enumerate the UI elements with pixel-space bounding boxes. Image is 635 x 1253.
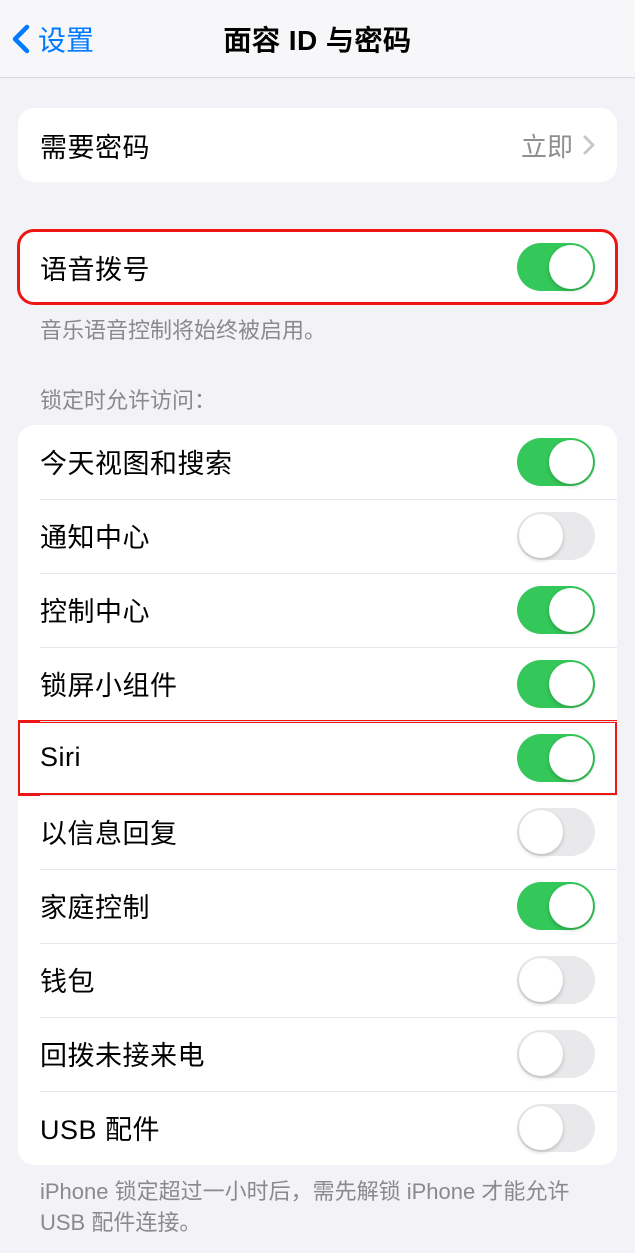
locked-access-item-label: 锁屏小组件 [40, 664, 178, 703]
locked-access-row: 以信息回复 [18, 795, 617, 869]
voice-dial-group: 语音拨号 [18, 230, 617, 304]
require-passcode-row[interactable]: 需要密码 立即 [18, 108, 617, 182]
locked-access-item-label: 通知中心 [40, 516, 150, 555]
page-title: 面容 ID 与密码 [223, 19, 411, 59]
locked-access-row: 控制中心 [18, 573, 617, 647]
locked-access-row: USB 配件 [18, 1091, 617, 1165]
require-passcode-group: 需要密码 立即 [18, 108, 617, 182]
locked-access-toggle[interactable] [517, 660, 595, 708]
locked-access-toggle[interactable] [517, 1030, 595, 1078]
locked-access-row: Siri [18, 721, 617, 795]
voice-dial-row: 语音拨号 [18, 230, 617, 304]
voice-dial-footer: 音乐语音控制将始终被启用。 [18, 304, 617, 347]
locked-access-group: 今天视图和搜索通知中心控制中心锁屏小组件 Siri 以信息回复家庭控制钱包回拨未接来… [18, 425, 617, 1165]
locked-access-toggle[interactable] [517, 512, 595, 560]
chevron-right-icon [583, 135, 595, 155]
locked-access-toggle[interactable] [517, 1104, 595, 1152]
locked-access-row: 家庭控制 [18, 869, 617, 943]
locked-access-item-label: 以信息回复 [40, 812, 178, 851]
locked-access-item-label: Siri [40, 742, 81, 773]
back-button[interactable]: 设置 [12, 19, 94, 59]
navigation-bar: 设置 面容 ID 与密码 [0, 0, 635, 78]
chevron-left-icon [12, 24, 30, 54]
locked-access-toggle[interactable] [517, 808, 595, 856]
voice-dial-toggle[interactable] [517, 243, 595, 291]
locked-access-row: 锁屏小组件 [18, 647, 617, 721]
require-passcode-label: 需要密码 [40, 126, 150, 165]
locked-access-item-label: 钱包 [40, 960, 95, 999]
locked-access-row: 回拨未接来电 [18, 1017, 617, 1091]
locked-access-footer: iPhone 锁定超过一小时后，需先解锁 iPhone 才能允许USB 配件连接… [18, 1165, 617, 1239]
locked-access-toggle[interactable] [517, 956, 595, 1004]
back-label: 设置 [38, 19, 94, 59]
locked-access-item-label: 今天视图和搜索 [40, 442, 233, 481]
require-passcode-value: 立即 [521, 127, 573, 164]
locked-access-row: 通知中心 [18, 499, 617, 573]
locked-access-item-label: 控制中心 [40, 590, 150, 629]
voice-dial-label: 语音拨号 [40, 248, 150, 287]
locked-access-toggle[interactable] [517, 438, 595, 486]
locked-access-row: 今天视图和搜索 [18, 425, 617, 499]
locked-access-toggle[interactable] [517, 882, 595, 930]
locked-access-toggle[interactable] [517, 586, 595, 634]
locked-access-toggle[interactable] [517, 734, 595, 782]
locked-access-row: 钱包 [18, 943, 617, 1017]
locked-access-item-label: 回拨未接来电 [40, 1034, 205, 1073]
locked-access-item-label: USB 配件 [40, 1108, 160, 1147]
locked-access-item-label: 家庭控制 [40, 886, 150, 925]
locked-access-header: 锁定时允许访问： [18, 383, 617, 425]
